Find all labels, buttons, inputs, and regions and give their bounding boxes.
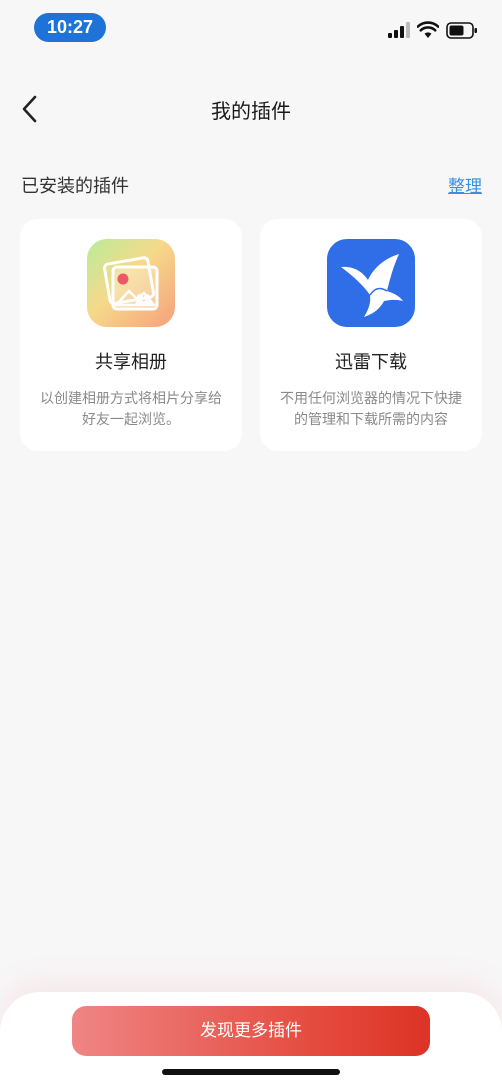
wifi-icon bbox=[417, 21, 439, 38]
page-title: 我的插件 bbox=[211, 99, 291, 123]
home-indicator[interactable] bbox=[162, 1069, 340, 1075]
discover-more-plugins-button[interactable]: 发现更多插件 bbox=[72, 1006, 430, 1056]
plugin-name: 迅雷下载 bbox=[335, 352, 407, 373]
manage-link[interactable]: 整理 bbox=[448, 172, 482, 197]
plugin-card-shared-album[interactable]: 共享相册 以创建相册方式将相片分享给好友一起浏览。 bbox=[20, 219, 242, 451]
status-bar: 10:27 bbox=[0, 0, 502, 54]
plugin-name: 共享相册 bbox=[95, 352, 167, 373]
section-title: 已安装的插件 bbox=[21, 176, 129, 197]
plugin-description: 不用任何浏览器的情况下快捷的管理和下载所需的内容 bbox=[280, 391, 462, 428]
status-time: 10:27 bbox=[34, 13, 106, 42]
xunlei-bird-icon bbox=[327, 239, 415, 327]
plugin-card-xunlei-download[interactable]: 迅雷下载 不用任何浏览器的情况下快捷的管理和下载所需的内容 bbox=[260, 219, 482, 451]
battery-icon bbox=[446, 22, 477, 39]
shared-album-icon bbox=[87, 239, 175, 327]
plugin-description: 以创建相册方式将相片分享给好友一起浏览。 bbox=[40, 391, 222, 428]
signal-icon bbox=[388, 22, 410, 38]
